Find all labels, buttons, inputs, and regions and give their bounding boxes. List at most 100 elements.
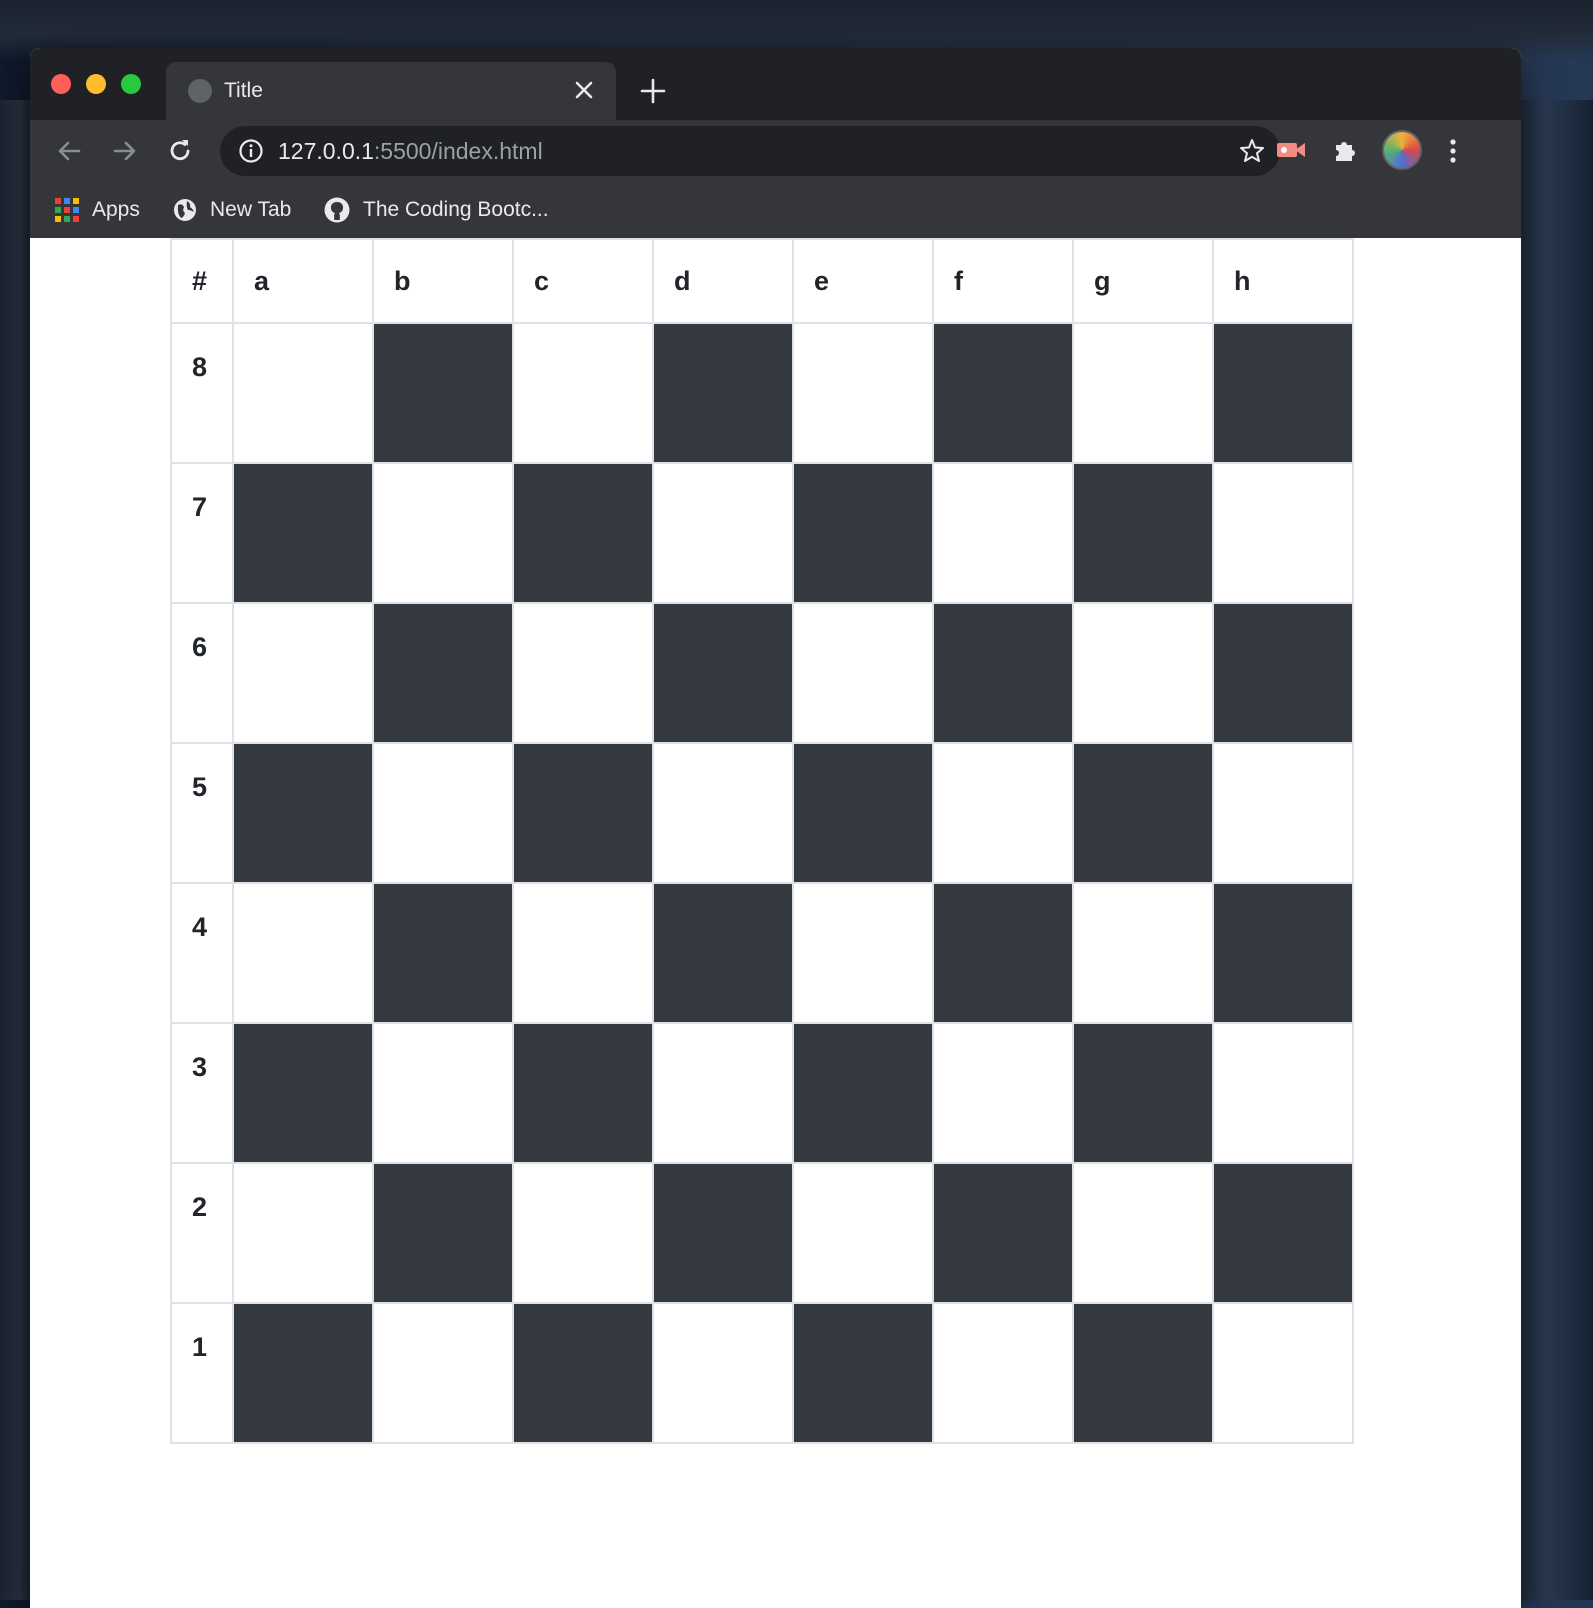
- tab-active[interactable]: Title: [166, 62, 616, 120]
- address-bar[interactable]: 127.0.0.1:5500/index.html: [220, 126, 1280, 176]
- square-h3: [1212, 1022, 1354, 1164]
- file-header-a: a: [232, 238, 374, 324]
- file-header-g: g: [1072, 238, 1214, 324]
- url-text[interactable]: 127.0.0.1:5500/index.html: [278, 138, 543, 165]
- square-h1: [1212, 1302, 1354, 1444]
- square-d5: [652, 742, 794, 884]
- screen-recorder-extension-icon[interactable]: [1273, 132, 1309, 168]
- chessboard-table: # abcdefgh 87654321: [170, 238, 1354, 1444]
- bookmark-label: New Tab: [210, 198, 292, 221]
- table-row: 2: [170, 1162, 1354, 1304]
- file-header-b: b: [372, 238, 514, 324]
- square-c6: [512, 602, 654, 744]
- square-c8: [512, 322, 654, 464]
- square-c4: [512, 882, 654, 1024]
- table-body: 87654321: [170, 322, 1354, 1444]
- rank-header-5: 5: [170, 742, 234, 884]
- rank-header-6: 6: [170, 602, 234, 744]
- square-c5: [512, 742, 654, 884]
- bookmark-apps[interactable]: Apps: [54, 194, 140, 226]
- square-d3: [652, 1022, 794, 1164]
- square-c2: [512, 1162, 654, 1304]
- square-a5: [232, 742, 374, 884]
- reload-icon[interactable]: [163, 134, 197, 168]
- table-row: 4: [170, 882, 1354, 1024]
- square-f6: [932, 602, 1074, 744]
- square-b2: [372, 1162, 514, 1304]
- square-f3: [932, 1022, 1074, 1164]
- table-row: 5: [170, 742, 1354, 884]
- bookmark-star-icon[interactable]: [1238, 137, 1266, 165]
- maximize-window-button[interactable]: [121, 74, 141, 94]
- square-d1: [652, 1302, 794, 1444]
- square-e2: [792, 1162, 934, 1304]
- square-b7: [372, 462, 514, 604]
- table-row: 6: [170, 602, 1354, 744]
- profile-avatar[interactable]: [1382, 130, 1422, 170]
- square-d7: [652, 462, 794, 604]
- square-a2: [232, 1162, 374, 1304]
- square-b8: [372, 322, 514, 464]
- rank-header-1: 1: [170, 1302, 234, 1444]
- close-icon[interactable]: [570, 76, 598, 104]
- table-row: 7: [170, 462, 1354, 604]
- back-arrow-icon[interactable]: [52, 134, 86, 168]
- more-menu-icon[interactable]: [1438, 134, 1468, 168]
- square-f8: [932, 322, 1074, 464]
- square-g5: [1072, 742, 1214, 884]
- bookmark-new-tab[interactable]: New Tab: [172, 194, 291, 226]
- info-icon[interactable]: [238, 138, 264, 164]
- square-e7: [792, 462, 934, 604]
- square-g7: [1072, 462, 1214, 604]
- square-a7: [232, 462, 374, 604]
- forward-arrow-icon[interactable]: [108, 134, 142, 168]
- bookmark-label: The Coding Bootc...: [363, 198, 549, 221]
- square-b1: [372, 1302, 514, 1444]
- globe-icon: [188, 79, 212, 103]
- square-g4: [1072, 882, 1214, 1024]
- rank-header-3: 3: [170, 1022, 234, 1164]
- rank-header-8: 8: [170, 322, 234, 464]
- file-header-h: h: [1212, 238, 1354, 324]
- square-d4: [652, 882, 794, 1024]
- square-e4: [792, 882, 934, 1024]
- minimize-window-button[interactable]: [86, 74, 106, 94]
- square-g6: [1072, 602, 1214, 744]
- square-e8: [792, 322, 934, 464]
- square-f2: [932, 1162, 1074, 1304]
- bookmarks-bar: Apps New Tab The Coding Bootc...: [30, 182, 1521, 239]
- close-window-button[interactable]: [51, 74, 71, 94]
- new-tab-icon[interactable]: [638, 76, 668, 106]
- square-e6: [792, 602, 934, 744]
- table-row: 3: [170, 1022, 1354, 1164]
- bookmark-coding-bootcamp[interactable]: The Coding Bootc...: [323, 194, 549, 226]
- corner-header: #: [170, 238, 234, 324]
- desktop-background-right: [1513, 100, 1593, 1600]
- square-a3: [232, 1022, 374, 1164]
- square-a8: [232, 322, 374, 464]
- square-c3: [512, 1022, 654, 1164]
- square-g3: [1072, 1022, 1214, 1164]
- square-a4: [232, 882, 374, 1024]
- square-c7: [512, 462, 654, 604]
- square-f5: [932, 742, 1074, 884]
- square-b6: [372, 602, 514, 744]
- square-a6: [232, 602, 374, 744]
- square-f1: [932, 1302, 1074, 1444]
- square-g1: [1072, 1302, 1214, 1444]
- extensions-puzzle-icon[interactable]: [1328, 132, 1364, 168]
- square-c1: [512, 1302, 654, 1444]
- file-header-d: d: [652, 238, 794, 324]
- rank-header-4: 4: [170, 882, 234, 1024]
- square-h4: [1212, 882, 1354, 1024]
- square-d6: [652, 602, 794, 744]
- file-header-c: c: [512, 238, 654, 324]
- desktop-background-left: [0, 100, 32, 1600]
- square-f7: [932, 462, 1074, 604]
- square-g2: [1072, 1162, 1214, 1304]
- toolbar: 127.0.0.1:5500/index.html: [30, 120, 1521, 182]
- github-icon: [324, 197, 350, 223]
- table-header-row: # abcdefgh: [170, 238, 1354, 324]
- square-a1: [232, 1302, 374, 1444]
- square-e1: [792, 1302, 934, 1444]
